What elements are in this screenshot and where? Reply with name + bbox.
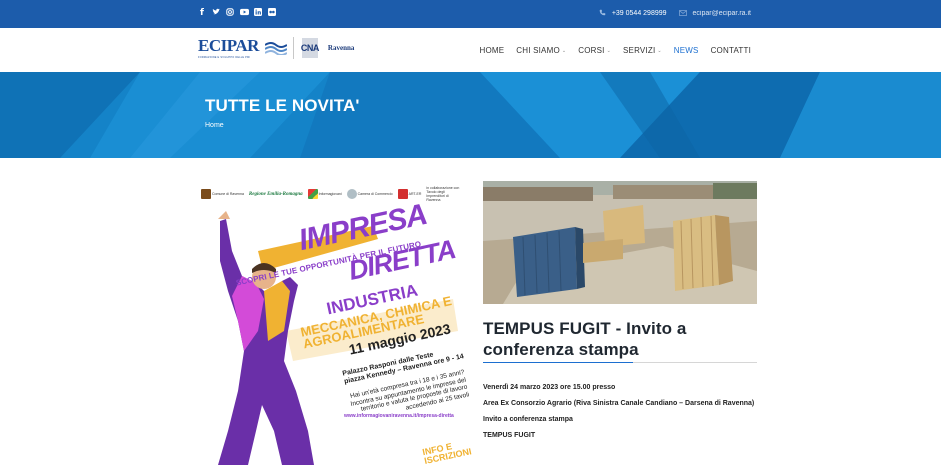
article-paragraph: Venerdì 24 marzo 2023 ore 15.00 presso [483, 384, 616, 391]
instagram-icon[interactable] [226, 8, 234, 18]
poster-url: www.informagiovaniravenna.it/impresa-dir… [344, 413, 454, 419]
nav-label: NEWS [673, 46, 699, 55]
title-divider-accent [483, 362, 633, 363]
site-header: ECIPAR FORMAZIONE E SVILUPPO DELLE PMI C… [0, 28, 941, 72]
logo-subtitle: FORMAZIONE E SVILUPPO DELLE PMI [198, 56, 251, 59]
facebook-icon[interactable]: f [198, 8, 206, 18]
logo-divider [292, 37, 294, 59]
nav-corsi[interactable]: CORSI ⌄ [578, 46, 611, 55]
chevron-down-icon: ⌄ [561, 47, 567, 54]
page-banner: TUTTE LE NOVITA' Home [0, 72, 941, 158]
article-excerpt: Venerdì 24 marzo 2023 ore 15.00 presso A… [483, 382, 757, 446]
top-bar: f +39 0544 298999 ecipar@ecipar.ra.it [0, 0, 941, 28]
social-links: f [198, 8, 276, 18]
nav-home[interactable]: HOME [479, 46, 504, 55]
nav-label: CORSI [578, 46, 605, 55]
article-paragraph: Area Ex Consorzio Agrario (Riva Sinistra… [483, 400, 755, 407]
news-image-tempus-fugit[interactable] [483, 181, 757, 304]
title-divider [483, 362, 757, 363]
nav-label: CHI SIAMO [516, 46, 560, 55]
news-image-impresa-diretta[interactable]: Comune di Ravenna Regione Emilia-Romagna… [198, 181, 474, 465]
site-logo[interactable]: ECIPAR FORMAZIONE E SVILUPPO DELLE PMI C… [198, 37, 354, 59]
containers-photo [483, 181, 757, 304]
ecipar-logo: ECIPAR FORMAZIONE E SVILUPPO DELLE PMI [198, 36, 259, 60]
twitter-icon[interactable] [212, 8, 220, 18]
page-title: TUTTE LE NOVITA' [205, 96, 360, 115]
breadcrumb-home[interactable]: Home [205, 122, 224, 129]
banner-background [0, 72, 941, 158]
wave-logo-icon [264, 42, 287, 55]
cna-city: Ravenna [327, 44, 355, 52]
nav-label: HOME [479, 46, 505, 55]
youtube-icon[interactable] [240, 8, 249, 18]
contact-info: +39 0544 298999 ecipar@ecipar.ra.it [599, 9, 751, 18]
main-nav: HOME CHI SIAMO ⌄ CORSI ⌄ SERVIZI ⌄ NEWS CON… [479, 46, 751, 55]
article-title[interactable]: TEMPUS FUGIT - Invito a conferenza stamp… [483, 318, 757, 360]
nav-label: CONTATTI [710, 46, 751, 55]
cna-logo-text: CNA [300, 43, 320, 53]
nav-contatti[interactable]: CONTATTI [711, 46, 751, 55]
email-link[interactable]: ecipar@ecipar.ra.it [693, 10, 751, 17]
phone-number[interactable]: +39 0544 298999 [612, 10, 667, 17]
flickr-icon[interactable] [268, 8, 276, 18]
nav-label: SERVIZI [623, 46, 656, 55]
article-paragraph: Invito a conferenza stampa [483, 416, 573, 423]
nav-servizi[interactable]: SERVIZI ⌄ [623, 46, 662, 55]
mail-icon [678, 9, 687, 18]
nav-news[interactable]: NEWS [674, 46, 699, 55]
chevron-down-icon: ⌄ [657, 47, 662, 54]
chevron-down-icon: ⌄ [606, 47, 611, 54]
phone-icon [599, 9, 606, 18]
linkedin-icon[interactable] [254, 8, 262, 18]
article-paragraph: TEMPUS FUGIT [483, 432, 536, 439]
logo-text: ECIPAR [198, 36, 259, 55]
nav-chi-siamo[interactable]: CHI SIAMO ⌄ [516, 46, 566, 55]
cna-logo-icon: CNA [300, 37, 322, 59]
